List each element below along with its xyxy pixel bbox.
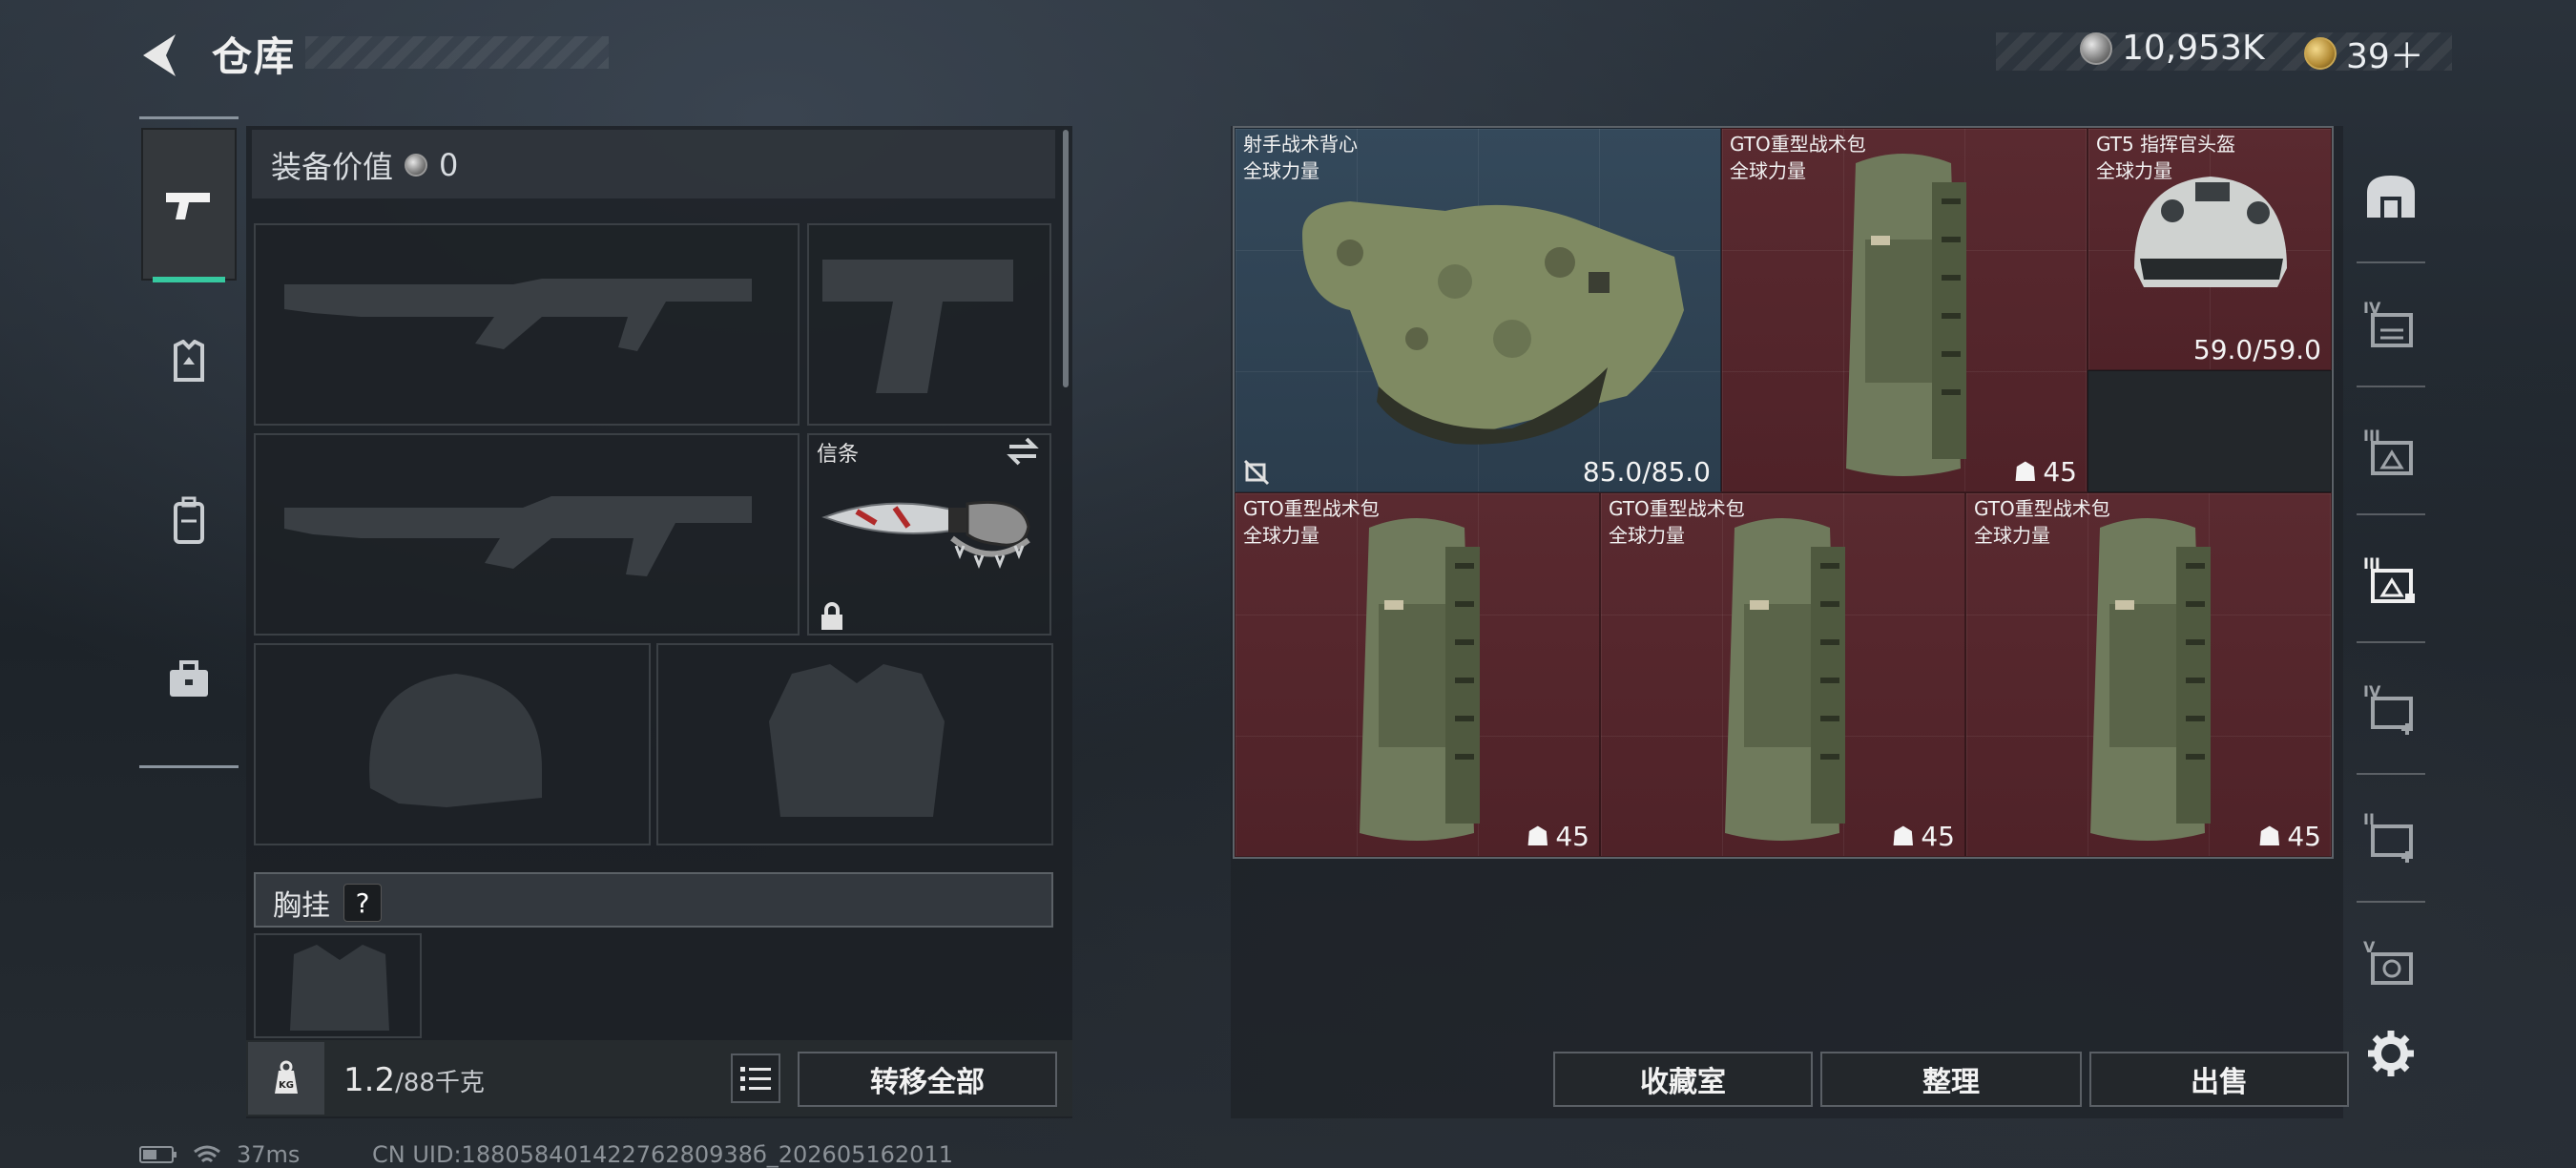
- sell-button[interactable]: 出售: [2089, 1052, 2349, 1107]
- battery-icon: [139, 1146, 177, 1163]
- storage-add-icon: II: [2363, 810, 2413, 863]
- equip-value: 装备价值 0: [271, 143, 458, 187]
- gold-coin-icon: [2304, 37, 2337, 70]
- rail-divider: [2357, 641, 2425, 643]
- tab-storage-ii-add[interactable]: II: [2353, 779, 2429, 893]
- tab-home-storage[interactable]: [2353, 139, 2429, 254]
- rail-divider: [2357, 901, 2425, 903]
- storage-add-icon: IV: [2363, 682, 2413, 735]
- storage-box-icon: IV: [2363, 299, 2413, 347]
- coin-balance: 10,953K: [2080, 29, 2265, 68]
- coin-icon: [405, 154, 428, 177]
- rail-divider: [2357, 386, 2425, 387]
- list-icon: [740, 1067, 771, 1091]
- page-title: 仓库: [212, 33, 297, 80]
- swap-icon[interactable]: [1006, 437, 1040, 469]
- tab-backpack[interactable]: [141, 445, 237, 597]
- storage-search-icon: V: [2363, 938, 2413, 985]
- tab-storage-iv[interactable]: IV: [2353, 267, 2429, 382]
- toolbox-icon: [170, 660, 208, 697]
- rail-divider: [2357, 513, 2425, 515]
- gold-balance[interactable]: 39＋: [2304, 29, 2424, 78]
- title-stripe: [305, 36, 609, 69]
- uid-label: CN UID:18805840142276280938б_20260516201…: [372, 1141, 953, 1168]
- coin-icon: [2080, 31, 2112, 65]
- backpack-icon: [174, 496, 204, 544]
- body-armor-slot[interactable]: [656, 643, 1053, 845]
- chest-rig-label: 胸挂: [273, 889, 330, 923]
- armor-icon: [174, 340, 204, 382]
- tab-storage-iii-a[interactable]: III: [2353, 395, 2429, 510]
- settings-button[interactable]: [2366, 1029, 2416, 1082]
- pistol-silhouette-icon: [822, 260, 1013, 393]
- equip-value-label: 装备价值: [271, 149, 394, 185]
- equip-value-amount: 0: [439, 147, 459, 183]
- tab-armor[interactable]: [141, 286, 237, 439]
- back-button[interactable]: [134, 27, 191, 84]
- rifle-silhouette-icon: [284, 496, 752, 576]
- vault-button[interactable]: 收藏室: [1553, 1052, 1813, 1107]
- tab-storage-iv-add[interactable]: IV: [2353, 651, 2429, 765]
- gear-icon: [2368, 1031, 2414, 1076]
- list-view-button[interactable]: [731, 1053, 780, 1103]
- pistol-icon: [166, 193, 210, 219]
- primary-weapon-slot[interactable]: [254, 223, 800, 426]
- ping: 37ms: [237, 1141, 301, 1168]
- storage-safe-icon: III: [2363, 554, 2415, 603]
- helmet-silhouette-icon: [369, 674, 542, 807]
- chest-rig-slot[interactable]: [254, 933, 422, 1038]
- left-rail-divider: [139, 765, 239, 768]
- weight-current: 1.2: [343, 1061, 396, 1099]
- helmet-slot[interactable]: [254, 643, 651, 845]
- tab-weapons[interactable]: [141, 128, 237, 282]
- transfer-all-button[interactable]: 转移全部: [798, 1052, 1057, 1107]
- home-icon: [2367, 176, 2415, 218]
- left-rail-divider: [139, 116, 239, 119]
- chest-rig-title: 胸挂 ?: [273, 882, 382, 924]
- storage-grid-frame: [1233, 126, 2334, 859]
- sort-button[interactable]: 整理: [1820, 1052, 2082, 1107]
- weight-icon: KG: [248, 1042, 324, 1115]
- tab-storage-v[interactable]: V: [2353, 907, 2429, 1021]
- rail-divider: [2357, 773, 2425, 775]
- vest-silhouette-icon: [769, 664, 945, 817]
- tab-toolbox[interactable]: [141, 603, 237, 756]
- tab-storage-iii-b[interactable]: III: [2353, 523, 2429, 637]
- kg-label: KG: [279, 1080, 294, 1091]
- chest-rig-silhouette-icon: [290, 945, 389, 1031]
- rifle-silhouette-icon: [284, 279, 752, 351]
- back-arrow-icon: [143, 34, 176, 76]
- storage-safe-icon: III: [2363, 427, 2413, 475]
- wifi-icon: [194, 1145, 220, 1163]
- coin-amount: 10,953K: [2122, 29, 2265, 68]
- melee-skin-name: 信条: [817, 443, 860, 467]
- gold-amount: 39＋: [2346, 37, 2424, 76]
- secondary-weapon-slot[interactable]: [254, 433, 800, 636]
- loadout-scrollbar[interactable]: [1063, 130, 1069, 387]
- weight-max: /88千克: [395, 1069, 485, 1097]
- rail-divider: [2357, 261, 2425, 263]
- sidearm-slot[interactable]: [807, 223, 1051, 426]
- help-button[interactable]: ?: [343, 884, 382, 922]
- weight-readout: 1.2/88千克: [343, 1061, 485, 1099]
- lock-icon: [819, 601, 845, 636]
- status-bar: 37ms: [139, 1141, 300, 1168]
